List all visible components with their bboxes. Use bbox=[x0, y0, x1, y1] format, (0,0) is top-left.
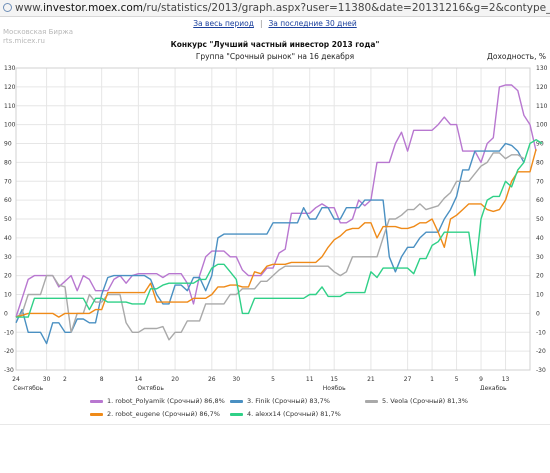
y-tick-label: 110 bbox=[4, 103, 16, 110]
globe-icon bbox=[3, 3, 12, 12]
x-tick-label: 24 bbox=[12, 376, 20, 383]
series-lines bbox=[15, 84, 543, 345]
y-tick-label: -10 bbox=[536, 329, 546, 336]
period-all-link[interactable]: За весь период bbox=[193, 19, 254, 28]
x-tick-label: 30 bbox=[43, 376, 51, 383]
address-bar[interactable]: www.investor.moex.com/ru/statistics/2013… bbox=[0, 0, 550, 17]
legend-swatch bbox=[90, 412, 103, 416]
y-tick-label: 70 bbox=[536, 178, 544, 185]
legend-label: 2. robot_eugene (Срочный) 86,7% bbox=[107, 410, 220, 418]
y-tick-label: 80 bbox=[4, 159, 12, 166]
y-tick-label: 120 bbox=[4, 84, 16, 91]
y-tick-label: 80 bbox=[536, 159, 544, 166]
month-label: Сентябрь bbox=[13, 385, 43, 390]
legend-item-alexx14[interactable]: 4. alexx14 (Срочный) 81,7% bbox=[230, 410, 341, 418]
y-tick-label: 0 bbox=[4, 310, 8, 317]
legend-item-polyamik[interactable]: 1. robot_Polyamik (Срочный) 86,8% bbox=[90, 397, 225, 405]
legend-item-veola[interactable]: 5. Veola (Срочный) 81,3% bbox=[365, 397, 468, 405]
x-tick-label: 14 bbox=[135, 376, 143, 383]
y-axis-right: -30-20-100102030405060708090100110120130 bbox=[536, 65, 548, 374]
y-tick-label: 120 bbox=[536, 84, 548, 91]
y-tick-label: 20 bbox=[536, 273, 544, 280]
month-label: Декабрь bbox=[480, 385, 507, 390]
y-tick-label: 60 bbox=[536, 197, 544, 204]
period-last30-link[interactable]: За последние 30 дней bbox=[268, 19, 356, 28]
y-tick-label: 10 bbox=[4, 292, 12, 299]
period-separator: | bbox=[259, 19, 263, 28]
y-tick-label: 50 bbox=[536, 216, 544, 223]
url-text[interactable]: www.investor.moex.com/ru/statistics/2013… bbox=[15, 0, 550, 16]
y-tick-label: 70 bbox=[4, 178, 12, 185]
y-tick-label: 130 bbox=[4, 65, 16, 72]
y-tick-label: 90 bbox=[4, 141, 12, 148]
y-tick-label: 20 bbox=[4, 273, 12, 280]
url-prefix: www. bbox=[15, 2, 44, 14]
legend-swatch bbox=[230, 399, 243, 403]
legend-swatch bbox=[365, 399, 378, 403]
legend-item-eugene[interactable]: 2. robot_eugene (Срочный) 86,7% bbox=[90, 410, 220, 418]
x-tick-label: 20 bbox=[171, 376, 179, 383]
y-tick-label: 60 bbox=[4, 197, 12, 204]
y-tick-label: 130 bbox=[536, 65, 548, 72]
y-tick-label: -30 bbox=[536, 367, 546, 374]
url-path: /ru/statistics/2013/graph.aspx?user=1138… bbox=[143, 2, 550, 14]
x-tick-label: 1 bbox=[430, 376, 434, 383]
legend-label: 4. alexx14 (Срочный) 81,7% bbox=[247, 410, 341, 418]
x-axis: 24 30 2 8 14 20 26 30 5 11 15 21 27 1 5 9 13 bbox=[12, 376, 509, 383]
y-tick-label: 100 bbox=[4, 122, 16, 129]
y-tick-label: 40 bbox=[4, 235, 12, 242]
y-tick-label: -30 bbox=[4, 367, 14, 374]
line-chart: -30-20-100102030405060708090100110120130… bbox=[4, 65, 548, 390]
y-axis-left: -30 -20 -10 0 10 20 30 40 50 60 70 80 90 100 110 120 130 bbox=[4, 65, 16, 374]
url-host: investor.moex.com bbox=[43, 2, 143, 14]
legend-swatch bbox=[230, 412, 243, 416]
y-tick-label: 30 bbox=[4, 254, 12, 261]
x-tick-label: 5 bbox=[271, 376, 275, 383]
legend-swatch bbox=[90, 399, 103, 403]
x-tick-label: 8 bbox=[100, 376, 104, 383]
month-labels: Сентябрь Октябрь Ноябрь Декабрь bbox=[13, 385, 507, 390]
series-line-1 bbox=[15, 84, 537, 318]
period-selector: За весь период | За последние 30 дней bbox=[0, 19, 550, 28]
legend-item-finik[interactable]: 3. Finik (Срочный) 83,7% bbox=[230, 397, 330, 405]
y-tick-label: -20 bbox=[4, 348, 14, 355]
chart-title: Конкурс "Лучший частный инвестор 2013 го… bbox=[170, 40, 380, 49]
legend-label: 5. Veola (Срочный) 81,3% bbox=[382, 397, 468, 405]
y-tick-label: 110 bbox=[536, 103, 548, 110]
x-tick-label: 26 bbox=[208, 376, 216, 383]
x-tick-label: 2 bbox=[63, 376, 67, 383]
y-tick-label: 100 bbox=[536, 122, 548, 129]
series-line-4 bbox=[15, 149, 537, 318]
y-tick-label: 0 bbox=[536, 310, 540, 317]
y-tick-label: -10 bbox=[4, 329, 14, 336]
x-tick-label: 11 bbox=[306, 376, 314, 383]
legend-label: 1. robot_Polyamik (Срочный) 86,8% bbox=[107, 397, 225, 405]
x-tick-label: 9 bbox=[479, 376, 483, 383]
y-tick-label: 40 bbox=[536, 235, 544, 242]
x-tick-label: 5 bbox=[455, 376, 459, 383]
x-tick-label: 30 bbox=[232, 376, 240, 383]
watermark-line1: Московская Биржа bbox=[3, 28, 73, 36]
x-tick-label: 21 bbox=[367, 376, 375, 383]
x-tick-label: 13 bbox=[502, 376, 510, 383]
footer-divider bbox=[0, 424, 550, 425]
y-tick-label: 50 bbox=[4, 216, 12, 223]
y-tick-label: -20 bbox=[536, 348, 546, 355]
legend-label: 3. Finik (Срочный) 83,7% bbox=[247, 397, 330, 405]
y-tick-label: 10 bbox=[536, 292, 544, 299]
y-tick-label: 30 bbox=[536, 254, 544, 261]
month-label: Ноябрь bbox=[323, 385, 346, 390]
month-label: Октябрь bbox=[137, 385, 164, 390]
chart-grid bbox=[15, 67, 531, 371]
x-tick-label: 15 bbox=[330, 376, 338, 383]
x-tick-label: 27 bbox=[404, 376, 412, 383]
